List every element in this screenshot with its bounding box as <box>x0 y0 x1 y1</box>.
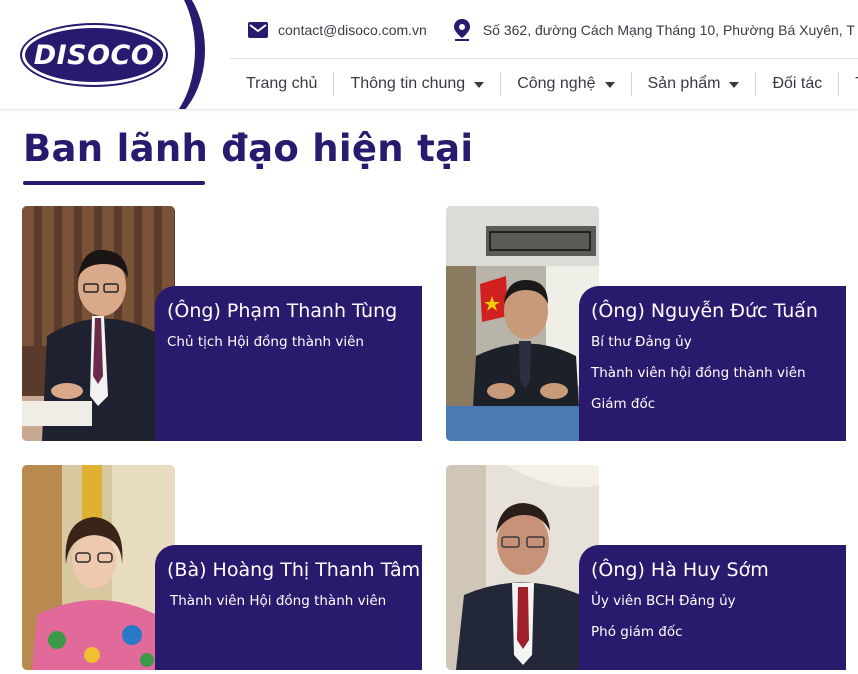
leader-role: Chủ tịch Hội đồng thành viên <box>167 334 364 350</box>
page-title: Ban lãnh đạo hiện tại <box>23 127 474 170</box>
email-link[interactable]: contact@disoco.com.vn <box>278 22 427 38</box>
mail-icon <box>248 22 268 38</box>
location-pin-icon <box>453 19 470 41</box>
caret-down-icon <box>474 82 485 88</box>
nav-item[interactable]: Đối tác <box>756 72 840 96</box>
leader-info-panel: (Ông) Phạm Thanh Tùng Chủ tịch Hội đồng … <box>155 286 422 441</box>
nav-item[interactable]: Sản phẩm <box>632 72 757 96</box>
address-contact: Số 362, đường Cách Mạng Tháng 10, Phường… <box>427 19 858 41</box>
leader-portrait-image <box>446 465 599 670</box>
leader-portrait-image <box>22 465 175 670</box>
leader-card: (Ông) Hà Huy Sớm Ủy viên BCH Đảng ủy Phó… <box>446 465 846 670</box>
nav-item[interactable]: Trang chủ <box>230 72 335 96</box>
leader-role: Phó giám đốc <box>591 624 683 640</box>
nav-item-label: Đối tác <box>772 75 823 92</box>
leader-role: Thành viên Hội đồng thành viên <box>170 593 387 609</box>
site-header: DISOCO contact@disoco.com.vn Số 362, đườ… <box>0 0 858 110</box>
nav-item-label: Công nghệ <box>517 75 596 92</box>
leader-photo <box>22 206 175 441</box>
leader-card: (Bà) Hoàng Thị Thanh Tâm Thành viên Hội … <box>22 465 422 670</box>
leader-role: Thành viên hội đồng thành viên <box>591 365 806 381</box>
nav-item-label: Sản phẩm <box>647 75 721 92</box>
leader-card: (Ông) Phạm Thanh Tùng Chủ tịch Hội đồng … <box>22 206 422 441</box>
disoco-logo[interactable]: DISOCO <box>20 23 168 87</box>
leader-roles: Chủ tịch Hội đồng thành viên <box>167 327 410 358</box>
nav-item-label: Thông tin chung <box>350 75 466 92</box>
leader-photo <box>446 465 599 670</box>
logo-text: DISOCO <box>33 39 155 71</box>
logo-area: DISOCO <box>0 0 210 109</box>
leader-card: (Ông) Nguyễn Đức Tuấn Bí thư Đảng ủy Thà… <box>446 206 846 441</box>
leader-name: (Ông) Hà Huy Sớm <box>591 559 769 581</box>
leader-name: (Bà) Hoàng Thị Thanh Tâm <box>167 559 421 581</box>
email-contact[interactable]: contact@disoco.com.vn <box>248 22 427 38</box>
leader-roles: Bí thư Đảng ủy Thành viên hội đồng thành… <box>591 327 834 420</box>
leader-info-panel: (Ông) Nguyễn Đức Tuấn Bí thư Đảng ủy Thà… <box>579 286 846 441</box>
leader-role: Bí thư Đảng ủy <box>591 334 692 350</box>
leader-photo <box>22 465 175 670</box>
nav-item-label: Trang chủ <box>246 75 318 92</box>
leader-roles: Ủy viên BCH Đảng ủy Phó giám đốc <box>591 586 834 648</box>
leader-name: (Ông) Nguyễn Đức Tuấn <box>591 300 818 322</box>
nav-item[interactable]: Công nghệ <box>501 72 632 96</box>
leader-info-panel: (Ông) Hà Huy Sớm Ủy viên BCH Đảng ủy Phó… <box>579 545 846 670</box>
address-text: Số 362, đường Cách Mạng Tháng 10, Phường… <box>482 22 858 38</box>
leader-portrait-image <box>446 206 599 441</box>
caret-down-icon <box>729 82 740 88</box>
leader-info-panel: (Bà) Hoàng Thị Thanh Tâm Thành viên Hội … <box>155 545 422 670</box>
contact-bar: contact@disoco.com.vn Số 362, đường Cách… <box>248 18 858 42</box>
caret-down-icon <box>604 82 615 88</box>
leader-photo <box>446 206 599 441</box>
nav-item[interactable]: Thông tin chung <box>334 72 502 96</box>
leader-roles: Thành viên Hội đồng thành viên <box>167 586 410 617</box>
main-nav: Trang chủ Thông tin chung Công nghệ Sản phẩ… <box>230 59 858 109</box>
nav-item[interactable]: Ti <box>839 72 858 96</box>
leader-portrait-image <box>22 206 175 441</box>
leader-name: (Ông) Phạm Thanh Tùng <box>167 300 398 322</box>
leader-role: Ủy viên BCH Đảng ủy <box>591 593 736 609</box>
title-underline <box>23 181 205 185</box>
leader-role: Giám đốc <box>591 396 656 412</box>
